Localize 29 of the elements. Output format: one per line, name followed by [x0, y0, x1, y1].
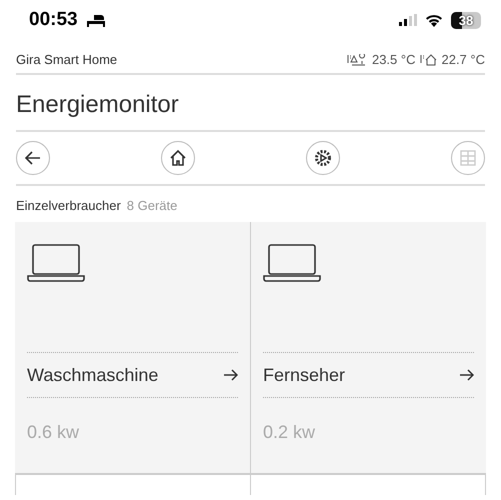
laptop-icon	[27, 244, 85, 282]
app-name: Gira Smart Home	[16, 52, 118, 67]
signal-icon	[399, 14, 417, 26]
outdoor-temperature: 23.5 °C	[372, 52, 416, 67]
scene-nav-button[interactable]	[306, 141, 340, 175]
gear-play-icon	[313, 148, 333, 168]
device-card[interactable]: Fernseher 0.2 kw	[251, 222, 486, 473]
back-arrow-icon	[24, 149, 42, 167]
device-count: 8 Geräte	[126, 198, 178, 213]
clock-time: 00:53	[29, 9, 78, 31]
power-value: 0.2 kw	[263, 422, 316, 443]
device-card[interactable]: Waschmaschine 0.6 kw	[15, 222, 250, 473]
home-nav-button[interactable]	[161, 141, 195, 175]
indoor-thermometer-icon	[419, 54, 438, 66]
laptop-icon	[263, 244, 321, 282]
bed-icon	[86, 14, 106, 26]
back-nav-button[interactable]	[16, 141, 50, 175]
page-title: Energiemonitor	[16, 75, 485, 132]
arrow-right-icon	[460, 369, 474, 381]
device-name: Fernseher	[263, 364, 346, 386]
section-label: Einzelverbraucher	[16, 198, 121, 213]
outdoor-thermometer-icon	[346, 54, 368, 66]
arrow-right-icon	[224, 369, 238, 381]
indoor-temperature: 22.7 °C	[441, 52, 485, 67]
device-name: Waschmaschine	[27, 364, 158, 386]
wifi-icon	[425, 14, 443, 26]
power-value: 0.6 kw	[27, 422, 80, 443]
home-icon	[169, 149, 187, 167]
grid-icon	[460, 150, 476, 166]
